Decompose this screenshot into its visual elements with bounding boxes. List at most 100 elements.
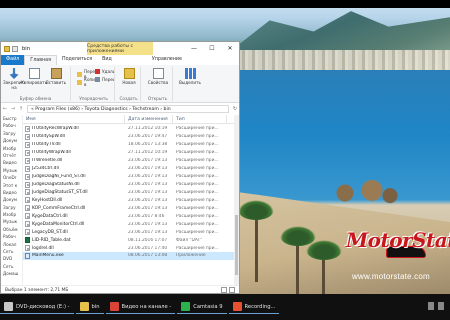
- nav-pane-item[interactable]: Изобр: [1, 211, 22, 218]
- file-row[interactable]: MainMenu.exe 08.06.2017 13:08 Приложение: [23, 252, 239, 260]
- file-row[interactable]: ITUtilityTV.dll 18.06.2017 13:38 Расширени…: [23, 141, 239, 149]
- file-type: Расширение при...: [176, 245, 219, 251]
- maximize-button[interactable]: ☐: [203, 42, 221, 55]
- details-view-icon[interactable]: [221, 287, 227, 293]
- file-row[interactable]: KygeDataMonitorCtrl.dll 23.06.2017 19:13 Р…: [23, 220, 239, 228]
- file-row[interactable]: JudgeDiagNi_Fund_ST.dll 23.06.2017 19:13 Р…: [23, 173, 239, 181]
- window-controls: — ☐ ✕: [185, 42, 239, 55]
- tab-file[interactable]: Файл: [1, 55, 25, 65]
- column-header-type[interactable]: Тип: [173, 114, 227, 124]
- file-row[interactable]: KygeDataCtrl.dll 23.06.2017 8:46 Расширени…: [23, 212, 239, 220]
- back-arrow-icon[interactable]: ←: [1, 106, 9, 112]
- file-date: 18.06.2017 13:38: [128, 142, 168, 148]
- folder-icon[interactable]: [4, 45, 10, 52]
- nav-pane-item[interactable]: Изобр: [1, 145, 22, 152]
- nav-pane-item[interactable]: Рабоч: [1, 122, 22, 129]
- file-name: LID-RID_Table.dat: [32, 237, 71, 243]
- address-bar-row: ← → ↑ « Program Files (x86) › Toyota Dia…: [1, 104, 239, 114]
- tab-view[interactable]: Вид: [97, 55, 117, 65]
- minimize-button[interactable]: —: [185, 42, 203, 55]
- nav-pane-item[interactable]: Этот к: [1, 182, 22, 189]
- nav-pane-item[interactable]: Музык: [1, 167, 22, 174]
- select-group: Выделить: [175, 67, 205, 101]
- file-row[interactable]: JudgeDiagStatusNi.dll 23.06.2017 19:13 Рас…: [23, 181, 239, 189]
- rename-button[interactable]: Переименовать: [95, 77, 114, 82]
- file-name: JudgeDiagNi_Fund_ST.dll: [32, 174, 86, 180]
- gear-icon: [25, 205, 30, 212]
- nav-pane-item[interactable]: Сеть: [1, 248, 22, 255]
- select-button[interactable]: Выделить: [179, 68, 201, 85]
- paste-button[interactable]: Вставить: [45, 68, 67, 85]
- delete-button[interactable]: Удалить: [95, 69, 114, 74]
- nav-pane-item[interactable]: Докум: [1, 137, 22, 144]
- tab-manage[interactable]: Управление: [147, 55, 187, 65]
- taskbar-item[interactable]: Recording...: [228, 300, 280, 314]
- gear-icon: [25, 133, 30, 140]
- refresh-icon[interactable]: ↻: [231, 106, 239, 112]
- file-type: Расширение при...: [176, 134, 219, 140]
- taskbar-item[interactable]: Camtasia 9: [177, 300, 227, 314]
- address-bar[interactable]: « Program Files (x86) › Toyota Diagnosti…: [27, 105, 229, 113]
- file-name: KOP_CommFrameCtrl.dll: [32, 205, 86, 211]
- column-headers: Имя Дата изменения Тип: [23, 114, 239, 124]
- tray-icon[interactable]: [438, 302, 444, 310]
- nav-pane-item[interactable]: Сеть: [1, 263, 22, 270]
- taskbar-item[interactable]: bin: [75, 300, 104, 314]
- file-row[interactable]: LegacyDB_ST.dll 23.06.2017 19:13 Расширени…: [23, 228, 239, 236]
- up-arrow-icon[interactable]: ↑: [17, 106, 25, 112]
- column-header-name[interactable]: Имя: [23, 114, 125, 124]
- taskbar-app-icon: [79, 302, 89, 311]
- properties-icon[interactable]: [12, 45, 18, 52]
- pin-button[interactable]: Закрепить на панели быстрого доступа: [3, 68, 25, 89]
- scrollbar-thumb[interactable]: [235, 215, 238, 275]
- tab-home[interactable]: Главная: [24, 55, 57, 65]
- file-date: 27.11.2012 10:19: [128, 126, 168, 132]
- tab-share[interactable]: Поделиться: [57, 55, 97, 65]
- close-button[interactable]: ✕: [221, 42, 239, 55]
- file-date: 23.06.2017 19:13: [128, 182, 168, 188]
- column-header-date[interactable]: Дата изменения: [125, 114, 173, 124]
- copy-label: Копировать: [20, 80, 48, 85]
- nav-pane-item[interactable]: Видео: [1, 189, 22, 196]
- nav-pane-item[interactable]: DVD: [1, 255, 22, 262]
- nav-pane-item[interactable]: Музык: [1, 218, 22, 225]
- nav-pane-item[interactable]: Отчёт: [1, 152, 22, 159]
- nav-pane-item[interactable]: Локал: [1, 241, 22, 248]
- nav-pane-item[interactable]: Рабоч: [1, 233, 22, 240]
- nav-pane-item[interactable]: Домаш: [1, 270, 22, 277]
- new-folder-label: Новая папка: [122, 80, 136, 86]
- file-row[interactable]: KeyHostDll.dll 23.06.2017 19:13 Расширение…: [23, 196, 239, 204]
- file-row[interactable]: LID-RID_Table.dat 08.11.2016 17:07 Файл "D…: [23, 236, 239, 244]
- file-row[interactable]: ITUtilityWrapW.dll 27.11.2012 10:19 Расшир…: [23, 149, 239, 157]
- file-type: Расширение при...: [176, 221, 219, 227]
- nav-pane-item[interactable]: OneDr: [1, 174, 22, 181]
- vertical-scrollbar[interactable]: [234, 115, 239, 285]
- nav-pane-item[interactable]: Докум: [1, 196, 22, 203]
- tiles-view-icon[interactable]: [229, 287, 235, 293]
- taskbar-item[interactable]: DVD-дисковод (E:) -: [0, 300, 74, 314]
- file-row[interactable]: ITUtilityRecWrapW.dll 27.11.2012 10:19 Рас…: [23, 125, 239, 133]
- file-date: 23.06.2017 19:13: [128, 221, 168, 227]
- tray-icon[interactable]: [428, 302, 434, 310]
- nav-pane-item[interactable]: Загру: [1, 130, 22, 137]
- rename-icon: [95, 77, 100, 82]
- taskbar-item[interactable]: Видео на канале -: [105, 300, 176, 314]
- file-row[interactable]: ITWrenetle.dll 23.06.2017 19:13 Расширение…: [23, 157, 239, 165]
- file-row[interactable]: KOP_CommFrameCtrl.dll 23.06.2017 19:13 Рас…: [23, 204, 239, 212]
- file-type: Расширение при...: [176, 189, 219, 195]
- copy-button[interactable]: Копировать: [20, 68, 48, 85]
- file-row[interactable]: JudgeDiagStatusST_ST.dll 23.06.2017 19:13…: [23, 189, 239, 197]
- properties-button[interactable]: Свойства: [147, 68, 169, 85]
- forward-arrow-icon[interactable]: →: [9, 106, 17, 112]
- wallpaper-rocks: [318, 180, 408, 206]
- file-row[interactable]: J2534Ctrl.dll 23.06.2017 19:13 Расширение …: [23, 165, 239, 173]
- file-row[interactable]: ITUtilitySpW.dll 23.06.2017 19:47 Расширен…: [23, 133, 239, 141]
- file-list: ITUtilityRecWrapW.dll 27.11.2012 10:19 Рас…: [23, 125, 239, 260]
- file-row[interactable]: logdrel.dll 23.06.2017 17:40 Расширение пр…: [23, 244, 239, 252]
- nav-pane-item[interactable]: Быстр: [1, 115, 22, 122]
- nav-pane-item[interactable]: Видео: [1, 159, 22, 166]
- nav-pane-item[interactable]: Загру: [1, 204, 22, 211]
- nav-pane-item[interactable]: Объём: [1, 226, 22, 233]
- delete-icon: [95, 69, 100, 74]
- new-folder-button[interactable]: Новая папка: [119, 68, 139, 86]
